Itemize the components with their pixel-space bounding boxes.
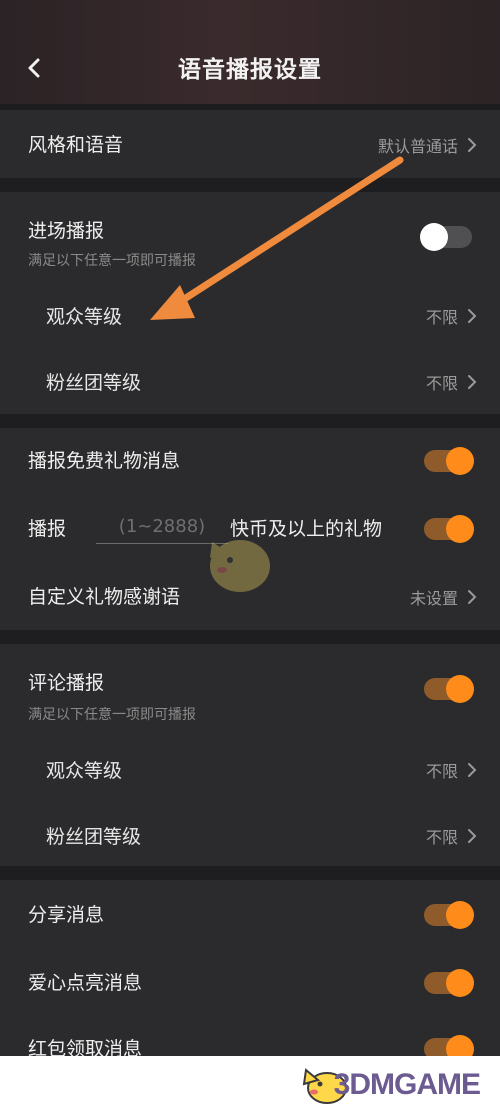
watermark-text: 3DMGAME	[333, 1068, 481, 1101]
mascot-watermark-icon	[210, 540, 270, 592]
